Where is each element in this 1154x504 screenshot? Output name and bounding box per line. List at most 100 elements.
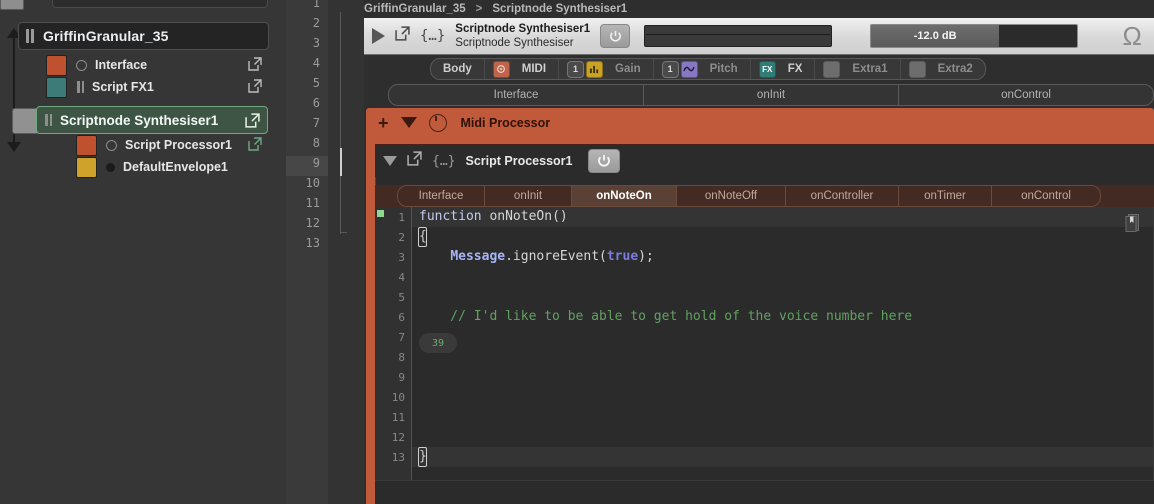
code-gutter[interactable]: 1 2 3 4 5 6 7 8 9 10 11 12 13 [375, 207, 412, 504]
tab-onnoteoff[interactable]: onNoteOff [677, 186, 786, 206]
routing-slot-fx[interactable]: FX FX [751, 59, 816, 79]
code-line-number: 10 [391, 391, 405, 404]
line-number: 5 [312, 76, 320, 90]
gain-slider[interactable]: -12.0 dB [870, 24, 1079, 48]
tab-oncontrol[interactable]: onControl [899, 85, 1153, 105]
module-tree-sidebar: · · · · · · · · GriffinGranular_35 Inter… [0, 0, 286, 504]
tree-item-label: Script Processor1 [125, 138, 232, 152]
popout-icon[interactable] [395, 26, 410, 46]
tree-item-default-envelope1[interactable]: DefaultEnvelope1 [76, 156, 266, 178]
tab-interface[interactable]: Interface [398, 186, 485, 206]
circle-outline-icon [76, 59, 87, 71]
text-caret [418, 227, 427, 247]
fx-badge-icon: FX [758, 60, 776, 78]
code-line: Message.ignoreEvent(true); [450, 249, 654, 264]
midi-processor-header: + Midi Processor [366, 108, 1154, 137]
popout-icon[interactable] [245, 113, 260, 128]
routing-slot-body[interactable]: Body [431, 59, 485, 79]
routing-slot-gain[interactable]: 1 Gain [559, 59, 654, 79]
triangle-down-icon[interactable] [383, 156, 397, 166]
drag-grip-icon[interactable] [26, 29, 35, 43]
breadcrumb-root[interactable]: GriffinGranular_35 [364, 3, 466, 15]
tree-item-script-fx1[interactable]: Script FX1 [46, 76, 266, 98]
synth-callback-tabs-group: Interface onInit onControl [388, 84, 1154, 106]
color-swatch [76, 134, 97, 156]
color-swatch [76, 156, 97, 178]
tree-item-script-processor1[interactable]: Script Processor1 [76, 134, 266, 156]
empty-slot-icon [908, 60, 926, 78]
drag-grip-icon[interactable] [77, 81, 84, 93]
triangle-down-icon[interactable] [400, 117, 417, 128]
play-icon[interactable] [372, 28, 385, 44]
line-number: 8 [312, 136, 320, 150]
tab-interface[interactable]: Interface [389, 85, 644, 105]
balance-slider[interactable] [644, 25, 833, 47]
project-root-row[interactable]: GriffinGranular_35 [18, 22, 269, 50]
routing-slot-pitch[interactable]: 1 Pitch [654, 59, 751, 79]
inline-value-pill[interactable]: 39 [419, 333, 457, 353]
omega-icon[interactable]: Ω [1122, 23, 1142, 49]
tab-oninit[interactable]: onInit [644, 85, 899, 105]
popout-icon[interactable] [248, 79, 262, 93]
tree-item-interface[interactable]: Interface [46, 54, 266, 76]
tab-oncontroller[interactable]: onController [786, 186, 899, 206]
tab-oncontrol[interactable]: onControl [992, 186, 1100, 206]
routing-slot-extra2[interactable]: Extra2 [901, 59, 985, 79]
power-button[interactable] [600, 24, 631, 48]
code-line-number: 13 [391, 451, 405, 464]
tree-item-label: Scriptnode Synthesiser1 [60, 112, 219, 128]
tree-item-scriptnode-synthesiser1[interactable]: Scriptnode Synthesiser1 [36, 106, 268, 134]
script-processor-header: {…} Script Processor1 [375, 145, 1154, 177]
breadcrumb-current[interactable]: Scriptnode Synthesiser1 [492, 3, 627, 15]
code-line-number: 12 [391, 431, 405, 444]
line-number-highlight [286, 156, 328, 176]
tree-partial-row-above[interactable]: · · · · · · · · [52, 0, 268, 8]
routing-slot-midi[interactable]: MIDI [485, 59, 560, 79]
routing-slot-label: Gain [615, 63, 641, 75]
circle-filled-icon [106, 162, 115, 172]
script-callback-tabs: Interface onInit onNoteOn onNoteOff onCo… [375, 185, 1154, 207]
curly-braces-icon[interactable]: {…} [420, 28, 445, 44]
code-line-number: 1 [398, 211, 405, 224]
project-title: GriffinGranular_35 [43, 28, 169, 44]
pitch-wave-icon [680, 60, 698, 78]
drag-grip-icon[interactable] [45, 114, 52, 126]
power-button[interactable] [588, 149, 621, 173]
code-line-number: 6 [398, 311, 405, 324]
routing-chain: Body MIDI 1 Gain 1 Pitch FX FX Extra1 Ex… [430, 58, 986, 80]
code-line-number: 2 [398, 231, 405, 244]
line-number-column[interactable]: 1 2 3 4 5 6 7 8 9 10 11 12 13 [286, 0, 328, 504]
routing-slot-label: MIDI [521, 63, 547, 75]
popout-icon[interactable] [407, 151, 422, 171]
script-processor-panel: {…} Script Processor1 Interface onInit o… [375, 144, 1154, 504]
code-line-number: 11 [391, 411, 405, 424]
script-processor-footer [375, 480, 1154, 504]
module-type-name: Scriptnode Synthesiser [455, 37, 574, 49]
plus-icon[interactable]: + [378, 114, 389, 132]
routing-slot-label: Extra1 [852, 63, 888, 75]
script-processor-title: Script Processor1 [465, 154, 573, 168]
bookmark-document-icon[interactable] [1124, 213, 1142, 233]
midi-indicator-icon [492, 60, 510, 78]
tree-corner-chip [0, 0, 24, 10]
tab-onnoteon[interactable]: onNoteOn [572, 186, 677, 206]
code-line-number: 5 [398, 291, 405, 304]
code-editor[interactable]: 1 2 3 4 5 6 7 8 9 10 11 12 13 function o… [375, 207, 1154, 504]
tab-oninit[interactable]: onInit [485, 186, 572, 206]
routing-slot-extra1[interactable]: Extra1 [815, 59, 901, 79]
empty-slot-icon [823, 60, 841, 78]
tab-ontimer[interactable]: onTimer [899, 186, 992, 206]
code-line: // I'd like to be able to get hold of th… [419, 309, 913, 324]
code-text-area[interactable]: function onNoteOn() { Message.ignoreEven… [418, 207, 1154, 504]
tree-item-label: DefaultEnvelope1 [123, 160, 228, 174]
popout-icon[interactable] [248, 137, 262, 151]
channel-badge-1: 1 [661, 60, 679, 78]
curly-braces-icon[interactable]: {…} [432, 154, 455, 169]
line-number: 10 [305, 176, 320, 190]
level-meter-icon [586, 60, 604, 78]
module-instance-name: Scriptnode Synthesiser1 [455, 23, 591, 35]
breadcrumb-separator: > [475, 3, 483, 15]
modified-marker-icon [377, 210, 384, 217]
knob-icon[interactable] [428, 113, 447, 132]
popout-icon[interactable] [248, 57, 262, 71]
